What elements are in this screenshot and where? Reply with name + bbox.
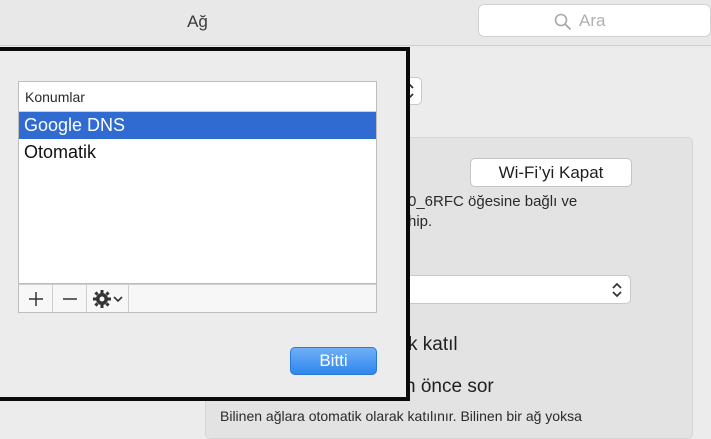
location-item-otomatik[interactable]: Otomatik <box>19 139 376 166</box>
network-name-select[interactable] <box>395 275 631 304</box>
action-menu-button[interactable] <box>87 285 129 312</box>
remove-location-button[interactable] <box>53 285 87 312</box>
ask-before-join-label: n önce sor <box>405 376 494 397</box>
plus-icon <box>28 291 43 306</box>
list-header: Konumlar <box>19 82 376 112</box>
minus-icon <box>62 297 77 300</box>
location-item-google-dns[interactable]: Google DNS <box>19 112 376 139</box>
search-field[interactable]: Ara <box>478 4 711 37</box>
updown-arrows-icon <box>610 281 624 304</box>
gear-icon <box>93 289 111 308</box>
title-bar: Ağ Ara <box>0 0 711 46</box>
search-icon <box>554 13 572 36</box>
wifi-off-button[interactable]: Wi-Fi’yi Kapat <box>470 158 632 187</box>
locations-list: Konumlar Google DNS Otomatik <box>18 81 377 284</box>
locations-sheet: Konumlar Google DNS Otomatik Bitti <box>0 47 410 401</box>
search-placeholder: Ara <box>579 11 606 30</box>
status-text-cont: hip. <box>408 213 433 230</box>
status-text: 0_6RFC öğesine bağlı ve <box>408 193 578 210</box>
list-toolbar <box>18 284 377 313</box>
add-location-button[interactable] <box>19 285 53 312</box>
window-title: Ağ <box>187 12 208 31</box>
help-text: Bilinen ağlara otomatik olarak katılınır… <box>220 408 582 424</box>
done-button[interactable]: Bitti <box>290 347 377 375</box>
auto-join-label: k katıl <box>408 334 458 355</box>
chevron-down-icon <box>113 295 123 302</box>
